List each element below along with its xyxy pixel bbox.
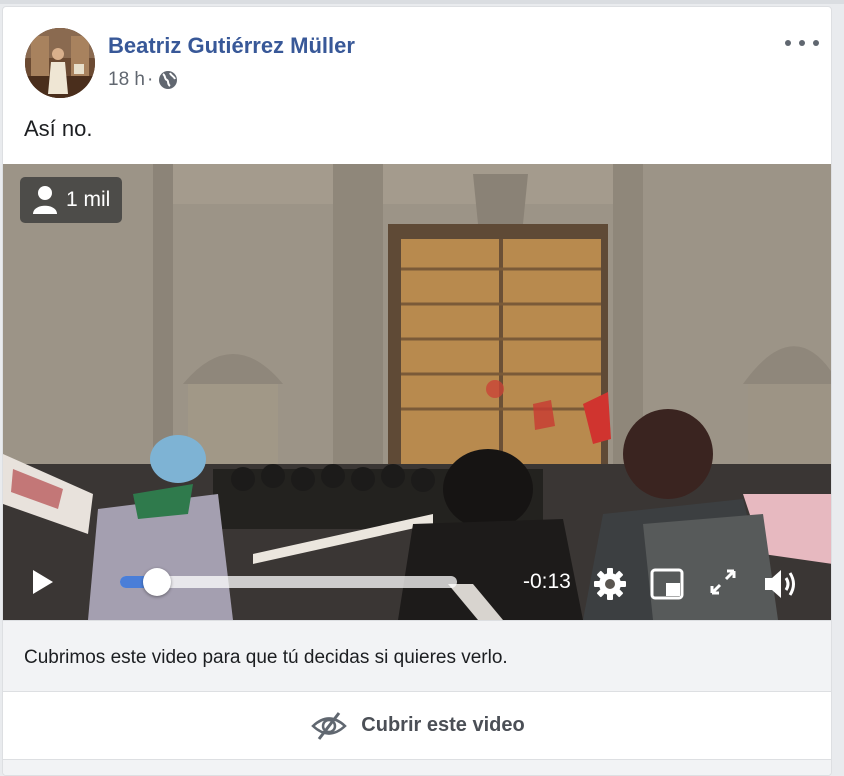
post-meta: 18 h · xyxy=(108,69,178,91)
viewers-count: 1 mil xyxy=(66,188,111,211)
cover-video-label: Cubrir este video xyxy=(361,714,525,736)
volume-icon[interactable] xyxy=(763,567,801,601)
fullscreen-icon[interactable] xyxy=(708,567,738,597)
globe-icon[interactable] xyxy=(158,70,178,90)
top-border xyxy=(0,0,844,4)
cover-video-button[interactable]: Cubrir este video xyxy=(3,692,831,759)
viewers-badge: 1 mil xyxy=(20,177,123,223)
more-options-icon[interactable] xyxy=(785,31,819,55)
card-footer-strip xyxy=(3,759,831,775)
video-controls: -0:13 xyxy=(3,554,831,604)
progress-handle[interactable] xyxy=(143,568,171,596)
picture-in-picture-icon[interactable] xyxy=(650,567,684,601)
person-icon xyxy=(33,186,57,214)
progress-bar[interactable] xyxy=(120,568,457,596)
play-icon[interactable] xyxy=(31,569,55,595)
content-warning-notice: Cubrimos este video para que tú decidas … xyxy=(3,620,831,692)
settings-icon[interactable] xyxy=(593,567,627,601)
post-text: Así no. xyxy=(24,116,93,141)
eye-slash-icon xyxy=(311,711,348,740)
avatar[interactable] xyxy=(25,28,95,98)
author-name[interactable]: Beatriz Gutiérrez Müller xyxy=(108,33,355,59)
post-card: Beatriz Gutiérrez Müller 18 h · Así no. xyxy=(2,6,832,776)
video-frame xyxy=(3,164,831,620)
post-timestamp[interactable]: 18 h xyxy=(108,69,145,91)
content-warning-text: Cubrimos este video para que tú decidas … xyxy=(24,647,508,668)
meta-separator: · xyxy=(146,69,154,90)
time-remaining: -0:13 xyxy=(523,570,571,593)
video-player[interactable]: 1 mil -0:13 xyxy=(3,164,831,620)
